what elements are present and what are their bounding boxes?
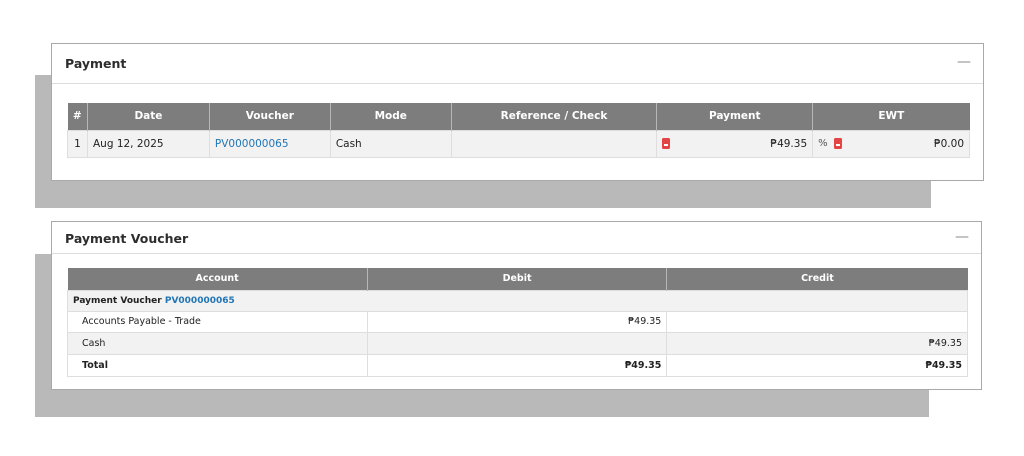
voucher-table: Account Debit Credit Payment Voucher PV0… — [67, 268, 968, 377]
row-date: Aug 12, 2025 — [86, 129, 210, 158]
column-header-number: # — [67, 103, 88, 130]
voucher-row-label: Payment Voucher — [73, 295, 162, 306]
column-header-debit: Debit — [367, 268, 668, 290]
voucher-panel-title: Payment Voucher — [65, 231, 189, 246]
row-ewt-cell: % ₱0.00 — [812, 129, 970, 158]
debit-amount: ₱49.35 — [366, 310, 668, 333]
pdf-icon[interactable] — [662, 138, 671, 149]
column-header-voucher: Voucher — [209, 103, 331, 130]
table-row: Cash ₱49.35 — [67, 331, 968, 355]
row-number: 1 — [67, 129, 88, 158]
payment-table: # Date Voucher Mode Reference / Check Pa… — [67, 103, 970, 158]
row-mode: Cash — [329, 129, 452, 158]
total-debit: ₱49.35 — [366, 353, 668, 377]
credit-amount — [666, 310, 968, 333]
payment-panel-title: Payment — [65, 56, 127, 71]
pdf-icon[interactable] — [833, 138, 842, 149]
voucher-link[interactable]: PV000000065 — [165, 296, 235, 306]
column-header-date: Date — [87, 103, 210, 130]
column-header-ewt: EWT — [812, 103, 970, 130]
payment-amount: ₱49.35 — [770, 137, 808, 150]
payment-voucher-panel: Payment Voucher — Account Debit Credit P… — [51, 221, 982, 390]
column-header-account: Account — [67, 268, 368, 290]
row-payment-cell: ₱49.35 — [656, 129, 814, 158]
column-header-reference: Reference / Check — [451, 103, 658, 130]
voucher-link[interactable]: PV000000065 — [215, 138, 289, 150]
debit-amount — [366, 331, 668, 355]
column-header-payment: Payment — [656, 103, 814, 130]
voucher-panel-header: Payment Voucher — — [52, 222, 981, 254]
collapse-button[interactable]: — — [957, 54, 971, 70]
ewt-amount: ₱0.00 — [933, 137, 964, 150]
column-header-mode: Mode — [330, 103, 452, 130]
column-header-credit: Credit — [666, 268, 968, 290]
account-name: Cash — [67, 331, 368, 355]
total-credit: ₱49.35 — [666, 353, 968, 377]
payment-panel-header: Payment — — [52, 44, 983, 84]
voucher-header-row: Payment Voucher PV000000065 — [67, 289, 968, 312]
row-reference — [450, 129, 658, 158]
table-row: Accounts Payable - Trade ₱49.35 — [67, 310, 968, 333]
total-label: Total — [67, 353, 368, 377]
collapse-button[interactable]: — — [955, 229, 969, 245]
payment-panel: Payment — # Date Voucher Mode Reference … — [51, 43, 984, 181]
credit-amount: ₱49.35 — [666, 331, 968, 355]
table-row: 1 Aug 12, 2025 PV000000065 Cash ₱49.35 %… — [67, 129, 970, 158]
percent-icon[interactable]: % — [818, 138, 828, 149]
account-name: Accounts Payable - Trade — [67, 310, 368, 333]
total-row: Total ₱49.35 ₱49.35 — [67, 353, 968, 377]
